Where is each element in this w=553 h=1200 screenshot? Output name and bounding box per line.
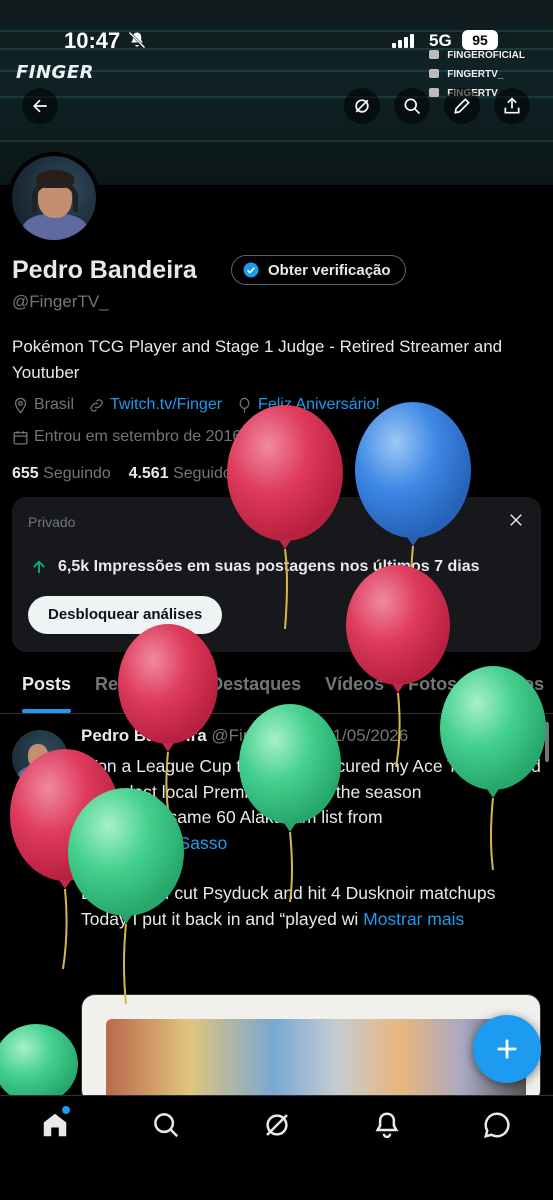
share-button[interactable] xyxy=(494,88,530,124)
nav-grok[interactable] xyxy=(262,1110,292,1140)
location-text: Brasil xyxy=(34,396,75,413)
tab-videos[interactable]: Vídeos xyxy=(325,664,384,713)
bottom-navigation xyxy=(0,1095,553,1200)
search-icon xyxy=(404,98,421,115)
tab-highlights[interactable]: Destaques xyxy=(210,664,301,713)
followers-count: 4.561 xyxy=(128,465,169,482)
calendar-icon xyxy=(13,430,28,445)
chat-icon xyxy=(483,1112,510,1139)
post-avatar[interactable] xyxy=(12,730,68,786)
unlock-analytics-button[interactable]: Desbloquear análises xyxy=(28,596,223,634)
show-more-link[interactable]: Mostrar mais xyxy=(363,909,464,929)
back-arrow-icon xyxy=(33,99,47,113)
balloon-icon xyxy=(239,397,250,413)
profile-tabs: Posts Respostas Destaques Vídeos Fotos A… xyxy=(0,664,553,714)
close-icon[interactable] xyxy=(507,511,525,529)
search-icon xyxy=(154,1113,179,1138)
post-mention-link[interactable]: @giovanny_Sasso xyxy=(81,833,227,853)
pokemon-cards-image xyxy=(106,1019,526,1103)
tab-photos[interactable]: Fotos xyxy=(408,664,457,713)
post-author-handle[interactable]: @FingerTV_ xyxy=(211,726,308,745)
grok-icon xyxy=(355,99,369,113)
private-analytics-card: Privado 6,5k Impressões em suas postagen… xyxy=(12,497,541,652)
grok-button[interactable] xyxy=(344,88,380,124)
profile-avatar[interactable] xyxy=(8,152,100,244)
website-link[interactable]: Twitch.tv/Finger xyxy=(110,396,222,414)
location-pin-icon xyxy=(14,397,27,414)
birthday-item[interactable]: Feliz Aniversário! xyxy=(236,396,380,414)
bell-icon xyxy=(375,1112,399,1139)
followers-label: Seguidores xyxy=(173,465,255,482)
post-item[interactable]: Pedro Bandeira @FingerTV_ · 31/05/2026 W… xyxy=(0,714,553,1104)
tab-articles[interactable]: Artigos xyxy=(481,664,544,713)
impressions-text: 6,5k Impressões em suas postagens nos úl… xyxy=(58,558,480,575)
following-link[interactable]: 655 Seguindo xyxy=(12,465,111,482)
nav-search[interactable] xyxy=(151,1110,181,1140)
battery-indicator: 95 xyxy=(462,30,498,50)
card-title: Privado xyxy=(28,514,76,530)
tab-posts[interactable]: Posts xyxy=(22,664,72,713)
edit-button[interactable] xyxy=(444,88,480,124)
following-count: 655 xyxy=(12,465,39,482)
location-item: Brasil xyxy=(12,396,74,414)
post-text: Won a League Cup today and secured my Ac… xyxy=(81,754,541,932)
home-icon xyxy=(43,1113,67,1137)
arrow-up-icon xyxy=(33,560,45,573)
post-line: Played the same 60 Alakazam list from xyxy=(81,807,383,827)
status-time: 10:47 xyxy=(64,28,121,53)
post-line: Won a League Cup today and secured my Ac… xyxy=(81,756,541,802)
get-verified-button[interactable]: Obter verificação xyxy=(231,255,406,285)
following-label: Seguindo xyxy=(43,465,111,482)
birthday-text[interactable]: Feliz Aniversário! xyxy=(258,396,380,414)
post-author-name[interactable]: Pedro Bandeira xyxy=(81,726,207,745)
link-icon xyxy=(90,398,103,412)
bell-off-icon xyxy=(128,31,146,49)
post-date: · 31/05/2026 xyxy=(312,726,409,745)
joined-text: Entrou em setembro de 2016 xyxy=(34,428,242,445)
profile-name: Pedro Bandeira xyxy=(12,256,197,284)
joined-item: Entrou em setembro de 2016 xyxy=(12,428,241,446)
verified-badge-icon xyxy=(243,262,259,278)
headset-icon xyxy=(32,180,78,212)
compose-button[interactable] xyxy=(473,1015,541,1083)
profile-meta: Brasil Twitch.tv/Finger Feliz Aniversári… xyxy=(12,396,380,414)
network-type: 5G xyxy=(429,31,452,50)
nav-messages[interactable] xyxy=(482,1110,512,1140)
scrollbar[interactable] xyxy=(545,722,549,762)
post-image[interactable] xyxy=(81,994,541,1104)
nav-notifications[interactable] xyxy=(372,1110,402,1140)
profile-bio: Pokémon TCG Player and Stage 1 Judge - R… xyxy=(12,337,503,382)
website-item[interactable]: Twitch.tv/Finger xyxy=(88,396,222,414)
tab-replies[interactable]: Respostas xyxy=(95,664,186,713)
nav-home[interactable] xyxy=(40,1110,70,1140)
followers-link[interactable]: 4.561 Seguidores xyxy=(129,465,254,482)
post-line: Last week I cut Psyduck and hit 4 Duskno… xyxy=(81,883,496,903)
post-line: Today I put it back in and “played wi xyxy=(81,908,359,929)
back-button[interactable] xyxy=(22,88,58,124)
profile-handle: @FingerTV_ xyxy=(12,292,109,311)
post-header: Pedro Bandeira @FingerTV_ · 31/05/2026 xyxy=(81,726,408,746)
signal-icon xyxy=(392,33,414,48)
get-verified-label: Obter verificação xyxy=(268,261,391,279)
status-bar: 10:47 5G 95 xyxy=(0,0,553,80)
follow-counts: 655 Seguindo 4.561 Seguidores xyxy=(12,465,254,483)
x-logo-icon xyxy=(518,730,536,748)
edit-icon xyxy=(454,98,470,114)
plus-icon xyxy=(497,1039,517,1059)
impressions-stat: 6,5k Impressões em suas postagens nos úl… xyxy=(30,558,480,576)
search-button[interactable] xyxy=(394,88,430,124)
notification-dot xyxy=(62,1106,70,1114)
grok-icon xyxy=(266,1114,288,1136)
instagram-icon xyxy=(429,88,440,97)
share-icon xyxy=(504,97,520,114)
